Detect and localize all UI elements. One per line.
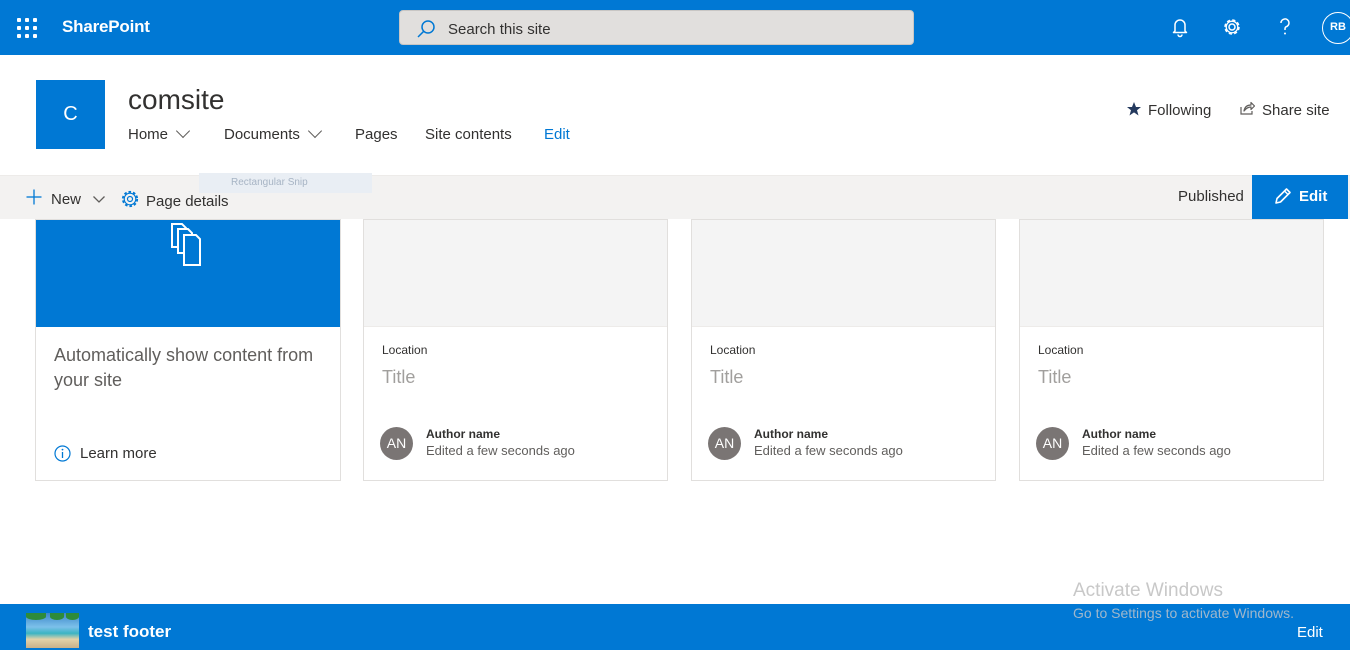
content-card[interactable]: Location Title AN Author name Edited a f…	[363, 219, 668, 481]
pencil-icon	[1275, 188, 1291, 204]
info-icon	[54, 445, 71, 462]
nav-item-documents[interactable]: Documents	[224, 123, 322, 143]
share-site-button[interactable]: Share site	[1239, 99, 1330, 119]
following-button[interactable]: Following	[1126, 99, 1211, 119]
documents-icon	[171, 223, 201, 266]
author-avatar: AN	[380, 427, 413, 460]
author-avatar: AN	[1036, 427, 1069, 460]
card-thumbnail	[692, 220, 995, 327]
footer-edit-link[interactable]: Edit	[1297, 624, 1323, 641]
bell-icon[interactable]	[1167, 14, 1193, 40]
highlighted-content-info-card: Automatically show content from your sit…	[35, 219, 341, 481]
user-avatar[interactable]: RB	[1322, 12, 1350, 44]
author-name: Author name	[1082, 427, 1157, 441]
info-card-text: Automatically show content from your sit…	[54, 345, 314, 390]
card-thumbnail	[1020, 220, 1323, 327]
plus-icon	[26, 189, 42, 205]
info-card-banner	[36, 220, 340, 327]
footer-title: test footer	[88, 622, 172, 641]
edited-time: Edited a few seconds ago	[1082, 443, 1231, 458]
activate-windows-watermark: Activate Windows	[1073, 580, 1223, 601]
help-icon[interactable]	[1272, 14, 1298, 40]
edit-label: Edit	[1299, 188, 1328, 205]
new-button[interactable]: New	[26, 188, 106, 208]
card-location: Location	[710, 343, 756, 357]
publish-status: Published	[1178, 188, 1244, 205]
nav-item-home[interactable]: Home	[128, 123, 191, 143]
card-location: Location	[1038, 343, 1084, 357]
author-name: Author name	[754, 427, 829, 441]
activate-windows-subtext: Go to Settings to activate Windows.	[1073, 605, 1294, 621]
page-details-label: Page details	[146, 193, 229, 210]
card-title: Title	[382, 367, 416, 387]
search-input[interactable]: Search this site	[448, 21, 551, 38]
site-title[interactable]: comsite	[128, 84, 224, 116]
gear-icon	[121, 190, 139, 208]
edited-time: Edited a few seconds ago	[754, 443, 903, 458]
card-title: Title	[710, 367, 744, 387]
search-box[interactable]: Search this site	[399, 10, 914, 45]
chevron-down-icon	[175, 123, 191, 139]
following-label: Following	[1148, 102, 1212, 119]
edit-page-button[interactable]: Edit	[1252, 175, 1348, 219]
nav-label: Documents	[224, 126, 300, 143]
author-name: Author name	[426, 427, 501, 441]
star-filled-icon	[1127, 102, 1141, 116]
app-launcher-icon[interactable]	[17, 18, 37, 38]
suite-bar: SharePoint Search this site RB	[0, 0, 1350, 55]
site-logo[interactable]: C	[36, 80, 105, 149]
nav-item-site-contents[interactable]: Site contents	[425, 126, 512, 143]
card-title: Title	[1038, 367, 1072, 387]
card-thumbnail	[364, 220, 667, 327]
nav-label: Home	[128, 126, 169, 143]
share-site-label: Share site	[1262, 102, 1330, 119]
author-avatar: AN	[708, 427, 741, 460]
learn-more-link[interactable]: Learn more	[80, 445, 157, 462]
nav-edit-link[interactable]: Edit	[544, 126, 570, 143]
new-label: New	[51, 191, 82, 208]
chevron-down-icon	[307, 123, 322, 139]
sharepoint-brand-link[interactable]: SharePoint	[62, 17, 150, 37]
content-card[interactable]: Location Title AN Author name Edited a f…	[1019, 219, 1324, 481]
content-card[interactable]: Location Title AN Author name Edited a f…	[691, 219, 996, 481]
footer-logo-image	[26, 613, 79, 648]
share-icon	[1240, 101, 1256, 115]
chevron-down-icon	[93, 196, 106, 203]
card-location: Location	[382, 343, 428, 357]
gear-icon[interactable]	[1219, 14, 1245, 40]
edited-time: Edited a few seconds ago	[426, 443, 575, 458]
nav-item-pages[interactable]: Pages	[355, 126, 398, 143]
page-details-button[interactable]: Page details	[121, 188, 229, 210]
search-icon	[417, 20, 435, 38]
